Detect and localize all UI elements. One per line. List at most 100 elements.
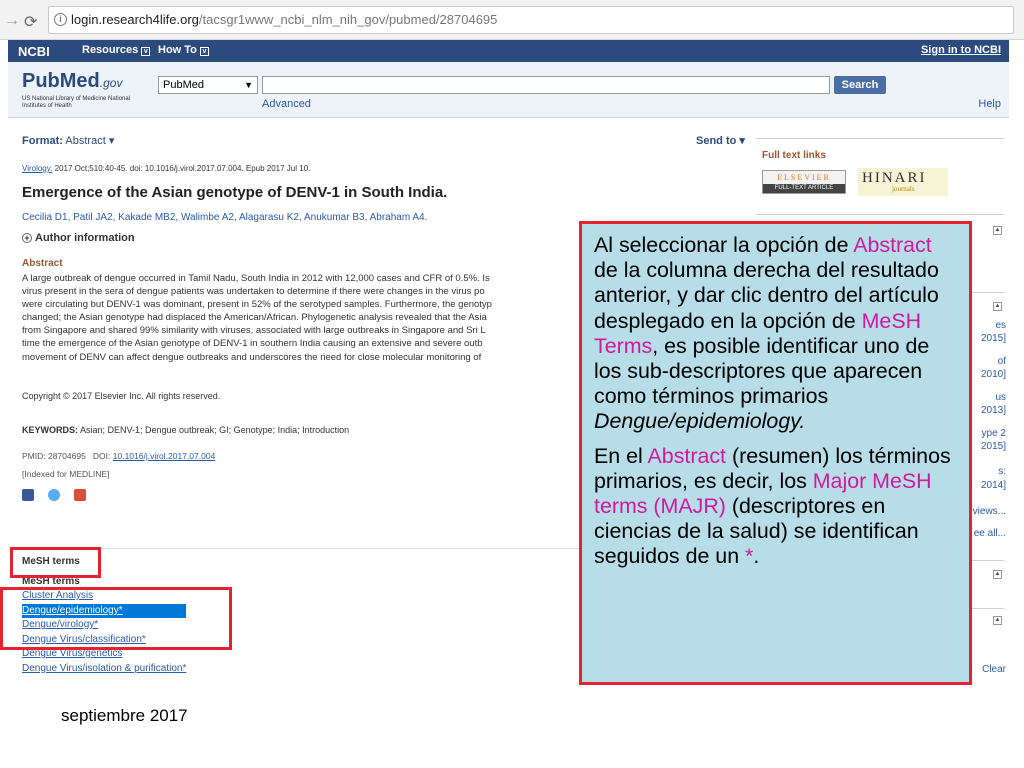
abstract-line: movement of DENV can affect dengue outbr… <box>22 351 482 363</box>
callout-highlight: Abstract <box>853 233 932 257</box>
pubmed-logo-gov: .gov <box>99 76 123 90</box>
search-input[interactable] <box>262 76 830 94</box>
callout-text: . <box>753 544 760 569</box>
abstract-line: were circulating but DENV-1 was dominant… <box>22 299 492 311</box>
twitter-icon[interactable] <box>48 489 60 501</box>
abstract-line: changed; the Asian genotype had displace… <box>22 312 487 324</box>
abstract-heading: Abstract <box>22 258 63 269</box>
callout-paragraph-1: Al seleccionar la opción de Abstract de … <box>594 233 959 435</box>
callout-text: Al seleccionar la opción de <box>594 233 854 257</box>
keywords: KEYWORDS: Asian; DENV-1; Dengue outbreak… <box>22 425 349 435</box>
browser-toolbar: → ⟳ i login.research4life.org/tacsgr1www… <box>0 0 1024 40</box>
facebook-icon[interactable] <box>22 489 34 501</box>
pubmed-logo[interactable]: PubMed.gov <box>22 70 122 93</box>
format-label: Format: <box>22 135 63 147</box>
doi-link[interactable]: 10.1016/j.virol.2017.07.004 <box>113 451 216 461</box>
similar-snippet[interactable]: s: <box>966 466 1006 477</box>
similar-snippet[interactable]: us <box>966 392 1006 403</box>
similar-snippet[interactable]: of <box>966 356 1006 367</box>
abstract-line: from Singapore and shared 99% similarity… <box>22 325 486 337</box>
chevron-down-icon: v <box>199 47 209 56</box>
pmid: PMID: 28704695 <box>22 451 86 461</box>
callout-paragraph-2: En el Abstract (resumen) los términos pr… <box>594 444 959 570</box>
doi-label: DOI: <box>92 451 111 461</box>
keywords-label: KEYWORDS: <box>22 425 78 435</box>
similar-snippet: 2010] <box>980 369 1006 380</box>
search-button[interactable]: Search <box>834 76 886 94</box>
copyright: Copyright © 2017 Elsevier Inc. All right… <box>22 391 221 401</box>
elsevier-link[interactable]: ELSEVIER FULL-TEXT ARTICLE <box>762 170 846 194</box>
format-selector[interactable]: Format: Abstract ▾ <box>22 134 114 147</box>
send-to-menu[interactable]: Send to ▾ <box>696 134 745 147</box>
see-all-link[interactable]: ee all... <box>966 528 1006 539</box>
abstract-line: A large outbreak of dengue occurred in T… <box>22 273 490 284</box>
pubmed-logo-subtitle: US National Library of Medicine National… <box>22 96 131 109</box>
how-to-menu[interactable]: How To v <box>158 44 209 56</box>
how-to-label: How To <box>158 44 197 56</box>
resources-menu[interactable]: Resources v <box>82 44 151 56</box>
collapse-icon[interactable]: ▲ <box>993 616 1002 625</box>
sign-in-link[interactable]: Sign in to NCBI <box>921 44 1001 56</box>
resources-label: Resources <box>82 44 139 56</box>
author-info-label: Author information <box>35 232 135 244</box>
journal-link[interactable]: Virology. <box>22 164 52 173</box>
hinari-sub-text: journals <box>892 185 915 193</box>
url-host: login.research4life.org <box>71 12 199 27</box>
similar-snippet: 2015] <box>980 441 1006 452</box>
abstract-text: A large outbreak of dengue occurred in T… <box>22 272 587 364</box>
annotation-callout: Al seleccionar la opción de Abstract de … <box>579 221 972 685</box>
clear-link[interactable]: Clear <box>966 664 1006 675</box>
pmid-doi: PMID: 28704695 DOI: 10.1016/j.virol.2017… <box>22 451 215 461</box>
caret-down-icon: ▾ <box>108 135 115 147</box>
google-plus-icon[interactable] <box>74 489 86 501</box>
ncbi-logo[interactable]: NCBI <box>18 44 50 59</box>
abstract-line: virus present in the sera of dengue pati… <box>22 286 485 298</box>
article-title: Emergence of the Asian genotype of DENV-… <box>22 184 448 201</box>
mesh-heading-highlight-frame <box>10 547 101 578</box>
similar-snippet: 2015] <box>980 333 1006 344</box>
arrow-left-icon[interactable]: → <box>4 12 20 30</box>
caret-down-icon: ▾ <box>739 135 745 147</box>
elsevier-sub-text: FULL-TEXT ARTICLE <box>763 184 845 193</box>
similar-snippet: 2013] <box>980 405 1006 416</box>
mesh-terms-highlight-frame <box>0 587 232 650</box>
url-path: /tacsgr1www_ncbi_nlm_nih_gov/pubmed/2870… <box>198 12 498 27</box>
collapse-icon[interactable]: ▲ <box>993 226 1002 235</box>
pubmed-logo-main: PubMed <box>22 70 100 92</box>
database-select[interactable]: PubMed ▼ <box>158 76 258 94</box>
hinari-link[interactable]: HINARI journals <box>858 168 948 196</box>
author-info-toggle[interactable]: + Author information <box>22 232 135 244</box>
collapse-icon[interactable]: ▲ <box>993 570 1002 579</box>
indexed-note: [Indexed for MEDLINE] <box>22 469 110 479</box>
divider <box>756 214 1004 215</box>
slide-footer-date: septiembre 2017 <box>61 706 188 725</box>
format-value: Abstract <box>65 135 106 147</box>
ncbi-header: NCBI Resources v How To v Sign in to NCBI <box>8 40 1009 62</box>
help-link[interactable]: Help <box>978 98 1001 110</box>
plus-circle-icon: + <box>22 233 32 243</box>
citation-details: 2017 Oct;510:40-45. doi: 10.1016/j.virol… <box>52 164 311 173</box>
address-bar[interactable]: i login.research4life.org/tacsgr1www_ncb… <box>48 6 1014 34</box>
callout-italic: Dengue/epidemiology. <box>594 409 806 434</box>
keywords-value: Asian; DENV-1; Dengue outbreak; GI; Geno… <box>78 425 350 435</box>
similar-snippet: 2014] <box>980 480 1006 491</box>
collapse-icon[interactable]: ▲ <box>993 302 1002 311</box>
send-to-label: Send to <box>696 135 737 147</box>
search-area: PubMed.gov US National Library of Medici… <box>8 62 1009 118</box>
callout-highlight: Abstract <box>647 443 726 468</box>
social-share <box>22 488 100 506</box>
similar-snippet[interactable]: es <box>966 320 1006 331</box>
citation: Virology. 2017 Oct;510:40-45. doi: 10.10… <box>22 164 310 173</box>
database-select-value: PubMed <box>163 79 204 91</box>
similar-snippet[interactable]: ype 2 <box>966 428 1006 439</box>
mesh-term[interactable]: Dengue Virus/isolation & purification* <box>22 662 186 676</box>
elsevier-logo-text: ELSEVIER <box>777 173 831 182</box>
divider <box>756 138 1004 139</box>
author-list[interactable]: Cecilia D1, Patil JA2, Kakade MB2, Walim… <box>22 212 427 223</box>
info-icon[interactable]: i <box>54 13 67 26</box>
caret-down-icon: ▼ <box>244 80 253 90</box>
chevron-down-icon: v <box>141 47 151 56</box>
full-text-links-heading: Full text links <box>762 150 826 161</box>
reload-icon[interactable]: ⟳ <box>24 12 37 32</box>
advanced-search-link[interactable]: Advanced <box>262 98 311 110</box>
